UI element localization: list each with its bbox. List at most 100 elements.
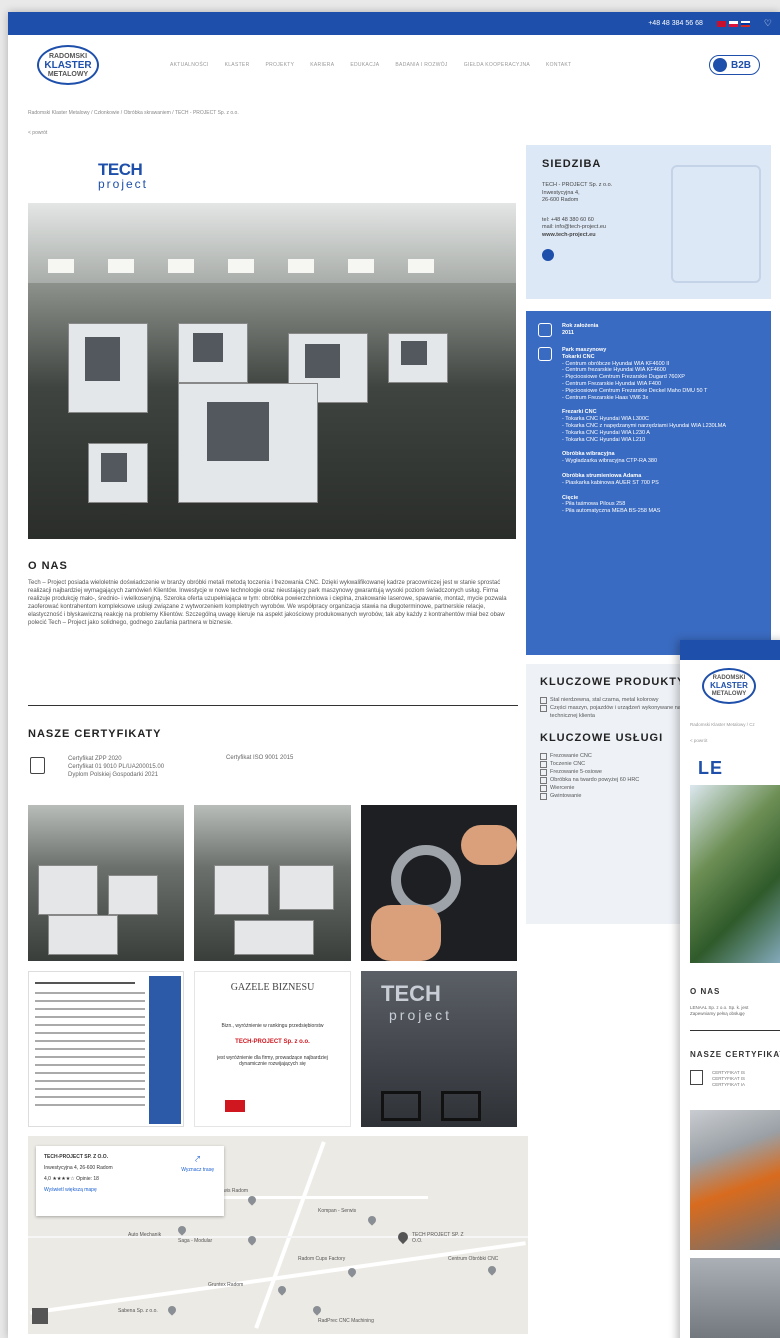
overlay-page-preview[interactable]: RADOMSKI KLASTER METALOWY Radomski Klast… (680, 640, 780, 1338)
overlay-logo-line2: KLASTER (710, 681, 748, 690)
nav-item-projekty[interactable]: PROJEKTY (265, 62, 294, 68)
b2b-toggle-icon (712, 58, 727, 72)
gallery-image-hands[interactable] (361, 805, 517, 961)
cert-item: Certyfikat ISO 9001 2015 (226, 755, 294, 761)
map-marker-main[interactable] (395, 1229, 411, 1245)
overlay-logo-line3: METALOWY (711, 691, 747, 697)
back-link[interactable]: < powrót (28, 130, 47, 136)
overlay-logo[interactable]: RADOMSKI KLASTER METALOWY (702, 668, 756, 704)
rocket-icon (538, 323, 552, 337)
gallery-image-office[interactable]: TECH project (361, 971, 517, 1127)
overlay-cert-list: CERTYFIKAT IS CERTYFIKAT IS CERTYFIKAT I… (712, 1070, 745, 1088)
pl-flag-icon[interactable] (728, 20, 738, 27)
nav-item-gielda[interactable]: GIEŁDA KOOPERACYJNA (464, 62, 530, 68)
map-label: RadPrec CNC Machining (318, 1318, 374, 1324)
language-switcher (716, 20, 750, 27)
cert-item: Certyfikat 01 9010 PL/UA200015.00 (68, 764, 165, 770)
contact-email[interactable]: mail: info@tech-project.eu (542, 224, 606, 230)
gallery-image-article[interactable] (28, 971, 184, 1127)
contact-phone[interactable]: tel: +48 48 380 60 60 (542, 217, 594, 223)
gallery-image-gazele[interactable]: GAZELE BIZNESU Bizn., wyróżnienie w rank… (194, 971, 351, 1127)
nav-item-kontakt[interactable]: KONTAKT (546, 62, 571, 68)
overlay-divider (690, 1030, 780, 1031)
contact-website[interactable]: www.tech-project.eu (542, 232, 596, 238)
section-title-certs: NASZE CERTYFIKATY (28, 728, 162, 740)
nav-item-aktualnosci[interactable]: AKTUALNOŚCI (170, 62, 209, 68)
group-item: - Piła taśmowa Pilous 258 (562, 501, 626, 508)
browser-page: +48 48 384 56 68 ♡ RADOMSKI KLASTER META… (8, 12, 780, 1338)
site-header: RADOMSKI KLASTER METALOWY AKTUALNOŚCI KL… (8, 35, 780, 95)
group-item: - Tokarka CNC z napędzanymi narzędziami … (562, 422, 727, 429)
rok-value: 2011 (562, 329, 574, 336)
group-title: Obróbka strumieniowa Adama (562, 472, 642, 479)
ru-flag-icon[interactable] (740, 20, 750, 27)
group-item: - Tokarka CNC Hyundai WIA L300C (562, 416, 650, 423)
map-label: Kompan - Serwis (318, 1208, 357, 1214)
group-item: - Pięcioosiowe Centrum Frezarskie Dugard… (562, 374, 685, 381)
address-line: TECH - PROJECT Sp. z o.o. (542, 182, 613, 188)
wall-logo-line1: TECH (381, 981, 441, 1006)
gazele-line1: Bizn., wyróżnienie w rankingu przedsiębi… (221, 1023, 324, 1029)
nav-item-badania[interactable]: BADANIA I ROZWÓJ (395, 62, 447, 68)
breadcrumb[interactable]: Radomski Klaster Metalowy / Członkowie /… (8, 110, 259, 116)
map-card-title: TECH-PROJECT SP. Z O.O. (44, 1154, 109, 1160)
overlay-cert-title: NASZE CERTYFIKATY (690, 1050, 780, 1059)
group-item: - Centrum Frezarskie Hyundai WIA F400 (562, 380, 662, 387)
map-label: Gruntex Radom (208, 1282, 244, 1288)
group-item: - Piła automatyczna MEBA BS-258 MAS (562, 508, 661, 515)
phone-number[interactable]: +48 48 384 56 68 (648, 20, 703, 27)
group-item: - Tokarka CNC Hyundai WIA L210 (562, 436, 646, 443)
nav-item-kariera[interactable]: KARIERA (310, 62, 334, 68)
logo-line2: KLASTER (44, 59, 92, 71)
overlay-gallery-image-2[interactable] (690, 1258, 780, 1338)
gazele-company: TECH-PROJECT Sp. z o.o. (235, 1039, 310, 1045)
building-icon (671, 165, 761, 283)
map-zoom-control[interactable] (32, 1308, 48, 1324)
group-item: - Wygładzarka wibracyjna CTP-RA 380 (562, 458, 658, 465)
nav-item-edukacja[interactable]: EDUKACJA (350, 62, 379, 68)
overlay-back-link[interactable]: < powrót (690, 738, 707, 743)
heart-icon[interactable]: ♡ (764, 18, 772, 29)
map-label: Saga - Modular (178, 1238, 213, 1244)
overlay-onas-line: Zapewniamy pełną obsługę (690, 1011, 745, 1016)
site-logo[interactable]: RADOMSKI KLASTER METALOWY (34, 45, 102, 85)
nav-item-klaster[interactable]: KLASTER (225, 62, 250, 68)
overlay-hero-image (690, 785, 780, 963)
b2b-button[interactable]: B2B (708, 55, 760, 75)
main-nav: AKTUALNOŚCI KLASTER PROJEKTY KARIERA EDU… (170, 62, 571, 68)
gallery-image-machines-2[interactable] (194, 805, 351, 961)
map-label: Auto Mechanik (128, 1232, 162, 1238)
group-title: Frezarki CNC (562, 409, 597, 416)
overlay-certificate-icon (690, 1070, 703, 1085)
cert-list-2: Certyfikat ISO 9001 2015 (226, 755, 293, 761)
group-title: Tokarki CNC (562, 353, 595, 360)
map-label: Radom Cups Factory (298, 1256, 346, 1262)
cert-item: Dyplom Polskiej Gospodarki 2021 (68, 772, 159, 778)
group-item: - Centrum frezarskie Hyundai WIA KF4600 (562, 367, 666, 374)
group-item: - Tokarka CNC Hyundai WIA L230 A (562, 429, 650, 436)
overlay-brand-logo: LE (698, 758, 724, 778)
cert-list-1: Certyfikat ZPP 2020 Certyfikat 01 9010 P… (68, 755, 164, 779)
directions-label: Wyznacz trasę (181, 1167, 214, 1173)
overlay-top-bar (680, 640, 780, 660)
hero-image-workshop (28, 203, 516, 539)
company-logo-line2: project (98, 177, 149, 191)
group-item: - Pięcioosiowe Centrum Frezarskie Deckel… (562, 387, 708, 394)
gazele-title: GAZELE BIZNESU (230, 982, 315, 993)
siedziba-card: SIEDZIBA TECH - PROJECT Sp. z o.o. Inwes… (526, 145, 771, 299)
cert-item: Certyfikat ZPP 2020 (68, 756, 122, 762)
machine-park-icon (538, 347, 552, 361)
map-place-card: TECH-PROJECT SP. Z O.O. Inwestycyjna 4, … (36, 1146, 224, 1216)
directions-button[interactable]: ⤤ Wyznacz trasę (181, 1154, 214, 1176)
overlay-breadcrumb[interactable]: Radomski Klaster Metalowy / Cz (690, 722, 755, 727)
uk-flag-icon[interactable] (716, 20, 726, 27)
gallery-image-machines-1[interactable] (28, 805, 184, 961)
overlay-onas-title: O NAS (690, 987, 721, 996)
google-map[interactable]: TECH PROJECT SP. Z O.O. RadPrec CNC Mach… (28, 1136, 528, 1334)
group-item: - Piaskarka kabinowa AUER ST 700 PS (562, 479, 659, 486)
facebook-icon[interactable] (542, 249, 554, 261)
park-label: Park maszynowy (562, 347, 607, 353)
rok-label: Rok założenia (562, 323, 599, 329)
map-card-link[interactable]: Wyświetl większą mapę (44, 1185, 216, 1196)
overlay-gallery-image-robot[interactable] (690, 1110, 780, 1250)
